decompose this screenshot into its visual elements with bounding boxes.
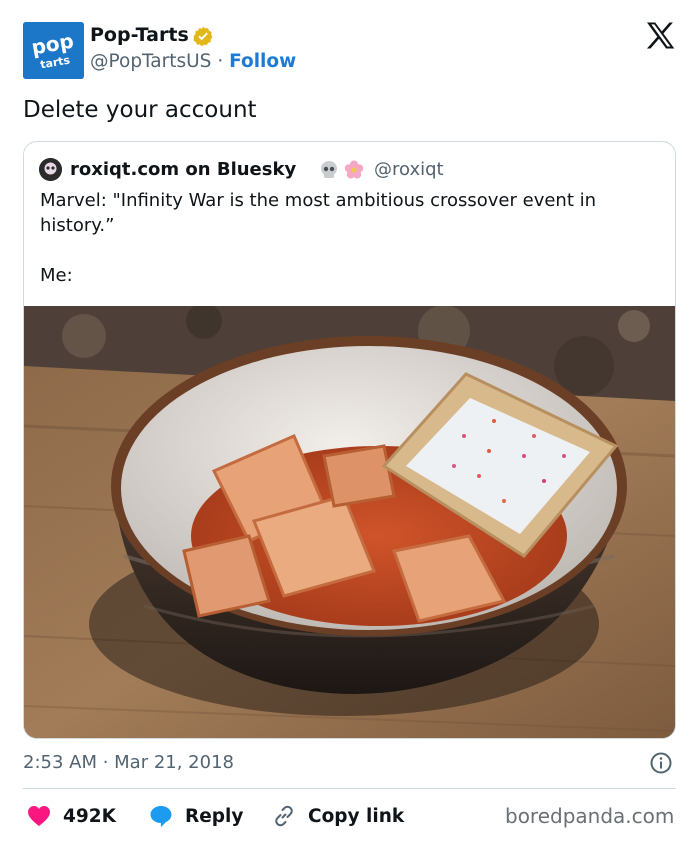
quote-author-handle: @roxiqt: [374, 159, 444, 180]
verified-badge-icon: [193, 26, 213, 47]
quote-photo[interactable]: [24, 303, 675, 738]
name-emoji: [319, 160, 367, 180]
reply-button[interactable]: Reply: [149, 803, 243, 829]
link-icon: [275, 805, 293, 827]
skull-icon: [321, 161, 337, 178]
heart-icon: [28, 806, 50, 826]
quote-line: [40, 238, 660, 263]
follow-button[interactable]: Follow: [229, 51, 296, 72]
quote-author-name: roxiqt.com on Bluesky: [70, 159, 297, 180]
copy-link-label: Copy link: [308, 805, 405, 827]
like-count: 492K: [63, 805, 116, 827]
display-name[interactable]: Pop-Tarts: [90, 22, 189, 48]
quote-line: Marvel: "Infinity War is the most ambiti…: [40, 190, 597, 211]
separator-dot: ·: [217, 51, 224, 72]
quote-text: Marvel: "Infinity War is the most ambiti…: [40, 188, 660, 288]
quote-author-avatar: [39, 158, 62, 181]
account-handle[interactable]: @PopTartsUS: [90, 51, 211, 72]
flower-icon: [344, 160, 364, 179]
tweet-text: Delete your account: [23, 97, 257, 123]
quoted-post-card[interactable]: roxiqt.com on Bluesky @roxiqt Marvel: "I…: [23, 141, 676, 739]
reply-bubble-icon: [150, 806, 172, 827]
avatar[interactable]: pop tarts: [23, 22, 84, 79]
post-timestamp[interactable]: 2:53 AM · Mar 21, 2018: [23, 750, 234, 775]
quote-line: Me:: [40, 265, 73, 286]
quote-line: history.”: [40, 215, 115, 236]
like-button[interactable]: 492K: [27, 803, 116, 829]
divider: [23, 788, 676, 789]
copy-link-button[interactable]: Copy link: [272, 803, 404, 829]
source-watermark: boredpanda.com: [505, 804, 675, 828]
x-logo-icon[interactable]: [646, 22, 676, 49]
info-icon[interactable]: [650, 752, 672, 774]
handle-row: @PopTartsUS · Follow: [90, 49, 296, 75]
reply-label: Reply: [185, 805, 244, 827]
